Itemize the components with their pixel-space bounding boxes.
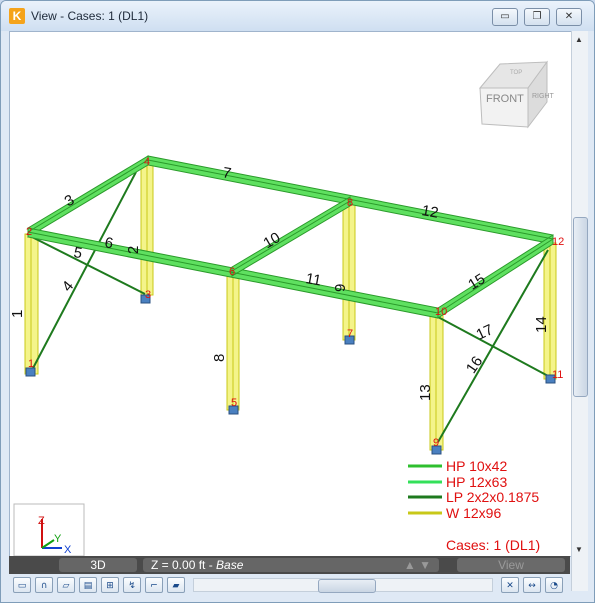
braces xyxy=(30,171,551,443)
node-label: 10 xyxy=(435,306,447,318)
vertical-scroll-thumb[interactable] xyxy=(573,217,588,397)
level-value: Z = 0.00 ft - xyxy=(151,558,217,572)
node-label: 12 xyxy=(552,236,564,248)
loads-icon[interactable]: ↯ xyxy=(123,577,141,593)
legend-label: HP 12x63 xyxy=(446,474,507,490)
title-bar[interactable]: K View - Cases: 1 (DL1) ▭ ❐ ✕ xyxy=(1,1,594,31)
axis-icon[interactable]: ⌐ xyxy=(145,577,163,593)
member-label: 11 xyxy=(304,270,322,289)
horizontal-scrollbar[interactable] xyxy=(193,578,493,593)
node-label: 11 xyxy=(552,369,563,381)
view-toolbar: ▭ ∩ ▱ ▤ ⊞ ↯ ⌐ ▰ ✕ ↔ ◔ xyxy=(9,577,587,595)
node-label: 1 xyxy=(28,358,34,370)
viewcube-right-label: RIGHT xyxy=(532,93,555,100)
minimize-button[interactable]: ▭ xyxy=(492,8,518,26)
axis-z-label: Z xyxy=(38,515,45,527)
member-label: 8 xyxy=(211,354,228,362)
window-title: View - Cases: 1 (DL1) xyxy=(31,9,149,23)
legend-label: LP 2x2x0.1875 xyxy=(446,489,539,505)
node-label: 2 xyxy=(26,226,32,238)
axis-triad[interactable]: Z Y X xyxy=(13,503,85,557)
view-cube[interactable]: FRONT RIGHT TOP xyxy=(478,60,555,129)
member-label: 13 xyxy=(417,384,434,401)
node-label: 5 xyxy=(231,397,237,409)
model-canvas[interactable]: FRONT RIGHT TOP 1 2 3 4 5 6 7 8 9 10 11 … xyxy=(9,32,571,557)
app-logo-icon: K xyxy=(9,8,25,24)
level-selector[interactable]: Z = 0.00 ft - Base ▲ ▼ xyxy=(143,558,439,572)
cases-label: Cases: 1 (DL1) xyxy=(446,537,540,553)
level-arrows-icon[interactable]: ▲ ▼ xyxy=(404,558,431,572)
member-label: 12 xyxy=(420,202,439,222)
node-label: 8 xyxy=(347,197,353,209)
legend: HP 10x42 HP 12x63 LP 2x2x0.1875 W 12x96 … xyxy=(408,458,540,553)
measure-icon[interactable]: ↔ xyxy=(523,577,541,593)
model-viewport[interactable]: FRONT RIGHT TOP 1 2 3 4 5 6 7 8 9 10 11 … xyxy=(9,31,572,557)
member-label: 9 xyxy=(332,284,349,292)
node-label: 7 xyxy=(347,328,353,340)
node-label: 9 xyxy=(433,437,439,449)
member-label: 5 xyxy=(72,244,83,262)
render-icon[interactable]: ◔ xyxy=(545,577,563,593)
columns xyxy=(24,161,557,451)
level-name: Base xyxy=(216,558,244,572)
vertical-scrollbar[interactable]: ▲ ▼ xyxy=(571,31,588,591)
status-bar: 3D Z = 0.00 ft - Base ▲ ▼ View xyxy=(9,556,570,574)
axis-x-label: X xyxy=(64,544,72,556)
mode-3d-button[interactable]: 3D xyxy=(59,558,137,572)
node-labels: 1 2 3 4 5 6 7 8 9 10 11 12 xyxy=(26,156,564,449)
node-label: 6 xyxy=(229,266,235,278)
legend-label: HP 10x42 xyxy=(446,458,507,474)
member-label: 14 xyxy=(533,316,550,333)
member-label: 16 xyxy=(463,353,486,376)
close-button[interactable]: ✕ xyxy=(556,8,582,26)
member-label: 4 xyxy=(59,278,77,295)
horizontal-scroll-thumb[interactable] xyxy=(318,579,376,593)
hatch-icon[interactable]: ▤ xyxy=(79,577,97,593)
member-label: 17 xyxy=(474,321,496,343)
member-label: 1 xyxy=(10,310,26,318)
node-labels-icon[interactable]: ▭ xyxy=(13,577,31,593)
view-window: K View - Cases: 1 (DL1) ▭ ❐ ✕ FRONT RIGH… xyxy=(0,0,595,603)
view-button[interactable]: View xyxy=(457,558,565,572)
node-label: 4 xyxy=(144,156,150,168)
legend-label: W 12x96 xyxy=(446,505,501,521)
member-labels-icon[interactable]: ∩ xyxy=(35,577,53,593)
slab-icon[interactable]: ▰ xyxy=(167,577,185,593)
viewcube-top-label: TOP xyxy=(510,70,522,76)
member-label: 2 xyxy=(125,246,142,254)
clear-icon[interactable]: ✕ xyxy=(501,577,519,593)
node-label: 3 xyxy=(145,289,151,301)
scroll-down-icon[interactable]: ▼ xyxy=(575,545,583,554)
supports-icon[interactable]: ⊞ xyxy=(101,577,119,593)
scroll-up-icon[interactable]: ▲ xyxy=(575,35,583,44)
restore-button[interactable]: ❐ xyxy=(524,8,550,26)
axis-y-label: Y xyxy=(54,533,62,545)
plate-labels-icon[interactable]: ▱ xyxy=(57,577,75,593)
viewcube-front-label: FRONT xyxy=(486,93,524,105)
